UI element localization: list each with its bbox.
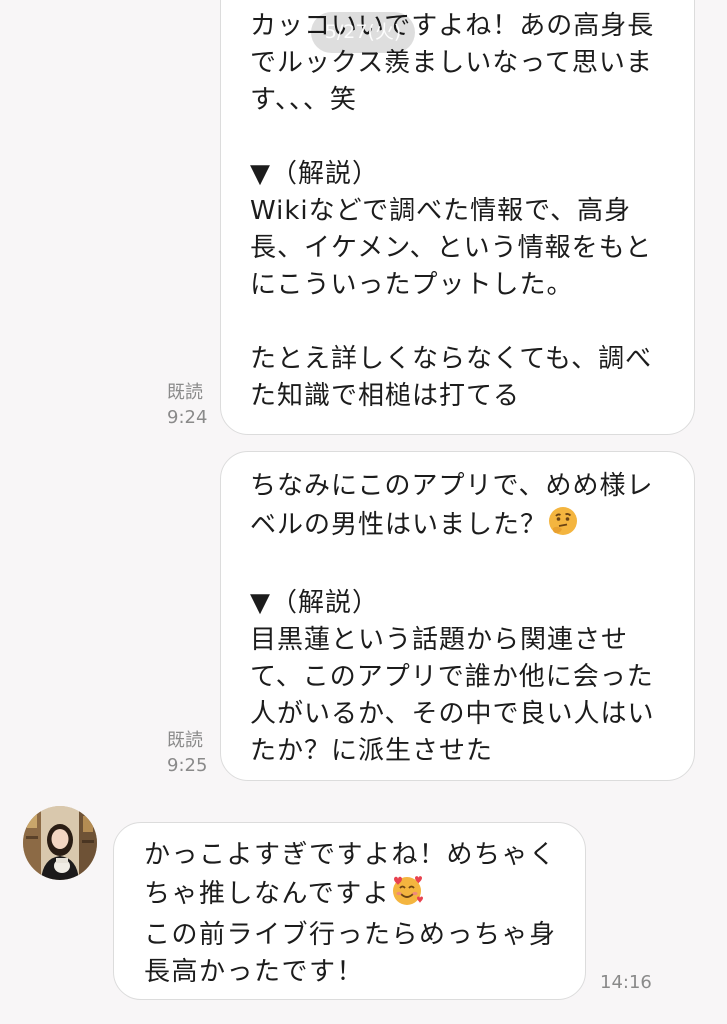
- message-time: 9:24: [167, 407, 208, 428]
- message-time: 9:25: [167, 755, 208, 776]
- read-receipt: 既読: [167, 730, 203, 751]
- read-receipt: 既読: [167, 382, 203, 403]
- message-meta: 既読 9:24: [167, 380, 207, 430]
- chat-view[interactable]: カッコいいですよね！あの高身長でルックス羨ましいなって思います、、、笑 ▼（解説…: [0, 0, 727, 1024]
- message-text: ▼（解説） 目黒蓮という話題から関連させて、このアプリで誰か他に会った人がいるか…: [250, 588, 655, 766]
- message-text: ちなみにこのアプリで、めめ様レベルの男性はいました？: [250, 471, 654, 540]
- date-separator: 5/27(火): [311, 12, 415, 53]
- message-text: この前ライブ行ったらめっちゃ身長高かったです！: [144, 920, 557, 987]
- contact-avatar[interactable]: [23, 806, 97, 880]
- sent-message-bubble[interactable]: ちなみにこのアプリで、めめ様レベルの男性はいました？ ▼（解説） 目黒蓮という話…: [220, 451, 695, 781]
- message-time: 14:16: [600, 972, 652, 993]
- message-meta: 14:16: [600, 970, 652, 995]
- message-text: カッコいいですよね！あの高身長でルックス羨ましいなって思います、、、笑 ▼（解説…: [250, 11, 655, 411]
- message-meta: 既読 9:25: [167, 728, 207, 778]
- message-text: かっこよすぎですよね！めちゃくちゃ推しなんですよ: [144, 840, 557, 909]
- sent-message-bubble[interactable]: カッコいいですよね！あの高身長でルックス羨ましいなって思います、、、笑 ▼（解説…: [220, 0, 695, 435]
- smiling-face-with-hearts-icon: [390, 874, 424, 917]
- thinking-face-icon: [547, 505, 579, 548]
- received-message-bubble[interactable]: かっこよすぎですよね！めちゃくちゃ推しなんですよ この前ライブ行ったらめっちゃ身…: [113, 822, 586, 1000]
